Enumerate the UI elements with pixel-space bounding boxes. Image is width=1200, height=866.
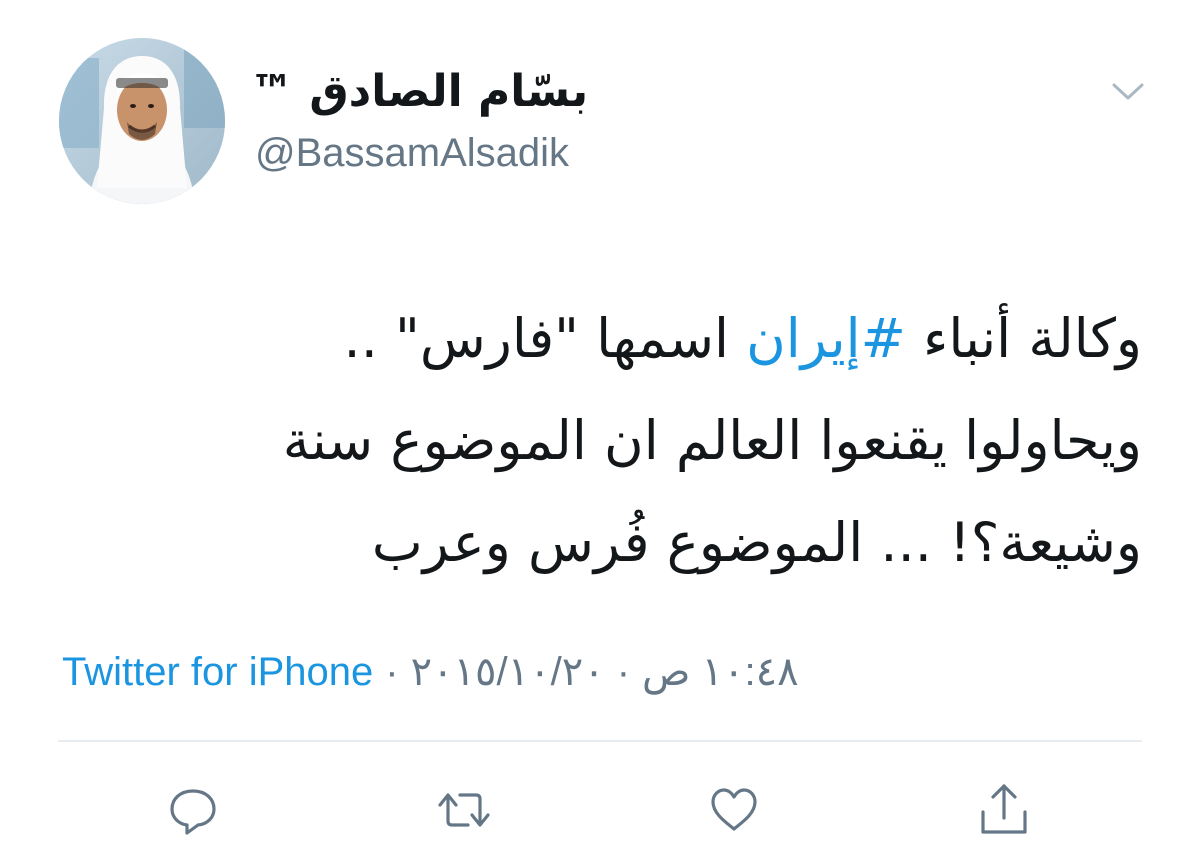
- heart-icon: [711, 788, 757, 831]
- tweet-line: ويحاولوا يقنعوا العالم ان الموضوع سنة: [52, 390, 1142, 492]
- chevron-down-icon: [1112, 83, 1144, 100]
- tweet-text-segment: وشيعة؟! ... الموضوع فُرس وعرب: [371, 511, 1142, 574]
- tweet-text-segment: ويحاولوا يقنعوا العالم ان الموضوع سنة: [282, 409, 1142, 472]
- tweet-time[interactable]: ١٠:٤٨ ص: [642, 642, 799, 702]
- tweet-date[interactable]: ٢٠١٥/١٠/٢٠: [411, 642, 605, 702]
- more-options-button[interactable]: [1108, 76, 1148, 106]
- like-button[interactable]: [704, 780, 764, 840]
- retweet-button[interactable]: [434, 780, 494, 840]
- author-display-name[interactable]: بسّام الصادق ™: [250, 62, 588, 122]
- author-handle[interactable]: @BassamAlsadik: [255, 126, 569, 180]
- share-button[interactable]: [974, 780, 1034, 840]
- divider: [58, 740, 1142, 742]
- source-link[interactable]: Twitter for iPhone: [62, 642, 373, 702]
- tweet-line: وكالة أنباء #إيران اسمها "فارس" ..: [52, 288, 1142, 390]
- reply-button[interactable]: [163, 780, 223, 840]
- tweet-metadata: Twitter for iPhone · ٢٠١٥/١٠/٢٠ · ١٠:٤٨ …: [62, 642, 799, 702]
- retweet-icon: [438, 793, 490, 827]
- tweet-line: وشيعة؟! ... الموضوع فُرس وعرب: [52, 492, 1142, 594]
- separator-dot: ·: [616, 650, 631, 694]
- reply-icon: [170, 789, 216, 835]
- separator-dot: ·: [385, 650, 399, 694]
- tweet-text: وكالة أنباء #إيران اسمها "فارس" .. ويحاو…: [52, 288, 1142, 594]
- hashtag-link[interactable]: #إيران: [746, 307, 906, 370]
- avatar[interactable]: [59, 38, 225, 204]
- share-icon: [981, 784, 1027, 834]
- profile-photo: [59, 38, 225, 204]
- tweet-text-segment: وكالة أنباء: [905, 307, 1142, 370]
- tweet-text-segment: اسمها "فارس" ..: [343, 307, 747, 370]
